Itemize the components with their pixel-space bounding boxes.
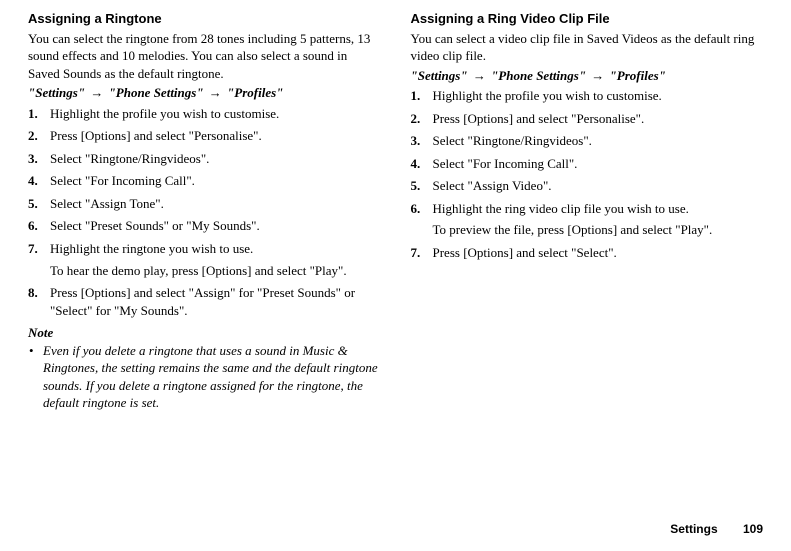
step-text: Select "Assign Tone". bbox=[50, 196, 164, 211]
left-column: Assigning a Ringtone You can select the … bbox=[28, 10, 381, 412]
note-item: Even if you delete a ringtone that uses … bbox=[28, 342, 381, 412]
step-item: Select "Assign Video". bbox=[411, 177, 764, 195]
step-text: Select "For Incoming Call". bbox=[50, 173, 195, 188]
nav-part: "Phone Settings" bbox=[109, 85, 204, 100]
step-item: Press [Options] and select "Personalise"… bbox=[411, 110, 764, 128]
step-text: Press [Options] and select "Assign" for … bbox=[50, 285, 355, 318]
step-item: Press [Options] and select "Personalise"… bbox=[28, 127, 381, 145]
arrow-icon: → bbox=[207, 85, 224, 100]
step-item: Select "Preset Sounds" or "My Sounds". bbox=[28, 217, 381, 235]
step-item: Press [Options] and select "Assign" for … bbox=[28, 284, 381, 319]
step-item: Select "For Incoming Call". bbox=[411, 155, 764, 173]
arrow-icon: → bbox=[88, 85, 105, 100]
step-extra: To hear the demo play, press [Options] a… bbox=[50, 262, 381, 280]
nav-path-right: "Settings" → "Phone Settings" → "Profile… bbox=[411, 67, 764, 85]
nav-part: "Phone Settings" bbox=[491, 68, 586, 83]
footer-page-number: 109 bbox=[743, 522, 763, 536]
heading-videoclip: Assigning a Ring Video Clip File bbox=[411, 10, 764, 28]
step-item: Highlight the ringtone you wish to use. T… bbox=[28, 240, 381, 279]
intro-videoclip: You can select a video clip file in Save… bbox=[411, 30, 764, 65]
note-label: Note bbox=[28, 324, 381, 342]
step-text: Highlight the ringtone you wish to use. bbox=[50, 241, 253, 256]
note-text: Even if you delete a ringtone that uses … bbox=[43, 342, 381, 412]
step-text: Select "Ringtone/Ringvideos". bbox=[50, 151, 209, 166]
step-item: Select "Ringtone/Ringvideos". bbox=[411, 132, 764, 150]
step-text: Select "Assign Video". bbox=[433, 178, 552, 193]
step-text: Press [Options] and select "Personalise"… bbox=[50, 128, 262, 143]
nav-part: "Profiles" bbox=[227, 85, 283, 100]
steps-right: Highlight the profile you wish to custom… bbox=[411, 87, 764, 261]
arrow-icon: → bbox=[589, 68, 606, 83]
step-text: Press [Options] and select "Select". bbox=[433, 245, 617, 260]
step-item: Select "Assign Tone". bbox=[28, 195, 381, 213]
steps-left: Highlight the profile you wish to custom… bbox=[28, 105, 381, 319]
step-text: Press [Options] and select "Personalise"… bbox=[433, 111, 645, 126]
step-text: Select "Preset Sounds" or "My Sounds". bbox=[50, 218, 260, 233]
step-item: Select "For Incoming Call". bbox=[28, 172, 381, 190]
step-item: Highlight the profile you wish to custom… bbox=[411, 87, 764, 105]
nav-part: "Profiles" bbox=[610, 68, 666, 83]
page-footer: Settings 109 bbox=[670, 521, 763, 537]
step-item: Highlight the ring video clip file you w… bbox=[411, 200, 764, 239]
step-text: Highlight the profile you wish to custom… bbox=[433, 88, 662, 103]
step-item: Press [Options] and select "Select". bbox=[411, 244, 764, 262]
note-list: Even if you delete a ringtone that uses … bbox=[28, 342, 381, 412]
intro-ringtone: You can select the ringtone from 28 tone… bbox=[28, 30, 381, 83]
step-text: Select "Ringtone/Ringvideos". bbox=[433, 133, 592, 148]
nav-path-left: "Settings" → "Phone Settings" → "Profile… bbox=[28, 84, 381, 102]
footer-section-label: Settings bbox=[670, 522, 717, 536]
step-text: Select "For Incoming Call". bbox=[433, 156, 578, 171]
nav-part: "Settings" bbox=[411, 68, 468, 83]
step-item: Highlight the profile you wish to custom… bbox=[28, 105, 381, 123]
step-item: Select "Ringtone/Ringvideos". bbox=[28, 150, 381, 168]
right-column: Assigning a Ring Video Clip File You can… bbox=[411, 10, 764, 412]
content-columns: Assigning a Ringtone You can select the … bbox=[28, 10, 763, 412]
arrow-icon: → bbox=[471, 68, 488, 83]
nav-part: "Settings" bbox=[28, 85, 85, 100]
step-extra: To preview the file, press [Options] and… bbox=[433, 221, 764, 239]
heading-ringtone: Assigning a Ringtone bbox=[28, 10, 381, 28]
step-text: Highlight the ring video clip file you w… bbox=[433, 201, 689, 216]
step-text: Highlight the profile you wish to custom… bbox=[50, 106, 279, 121]
